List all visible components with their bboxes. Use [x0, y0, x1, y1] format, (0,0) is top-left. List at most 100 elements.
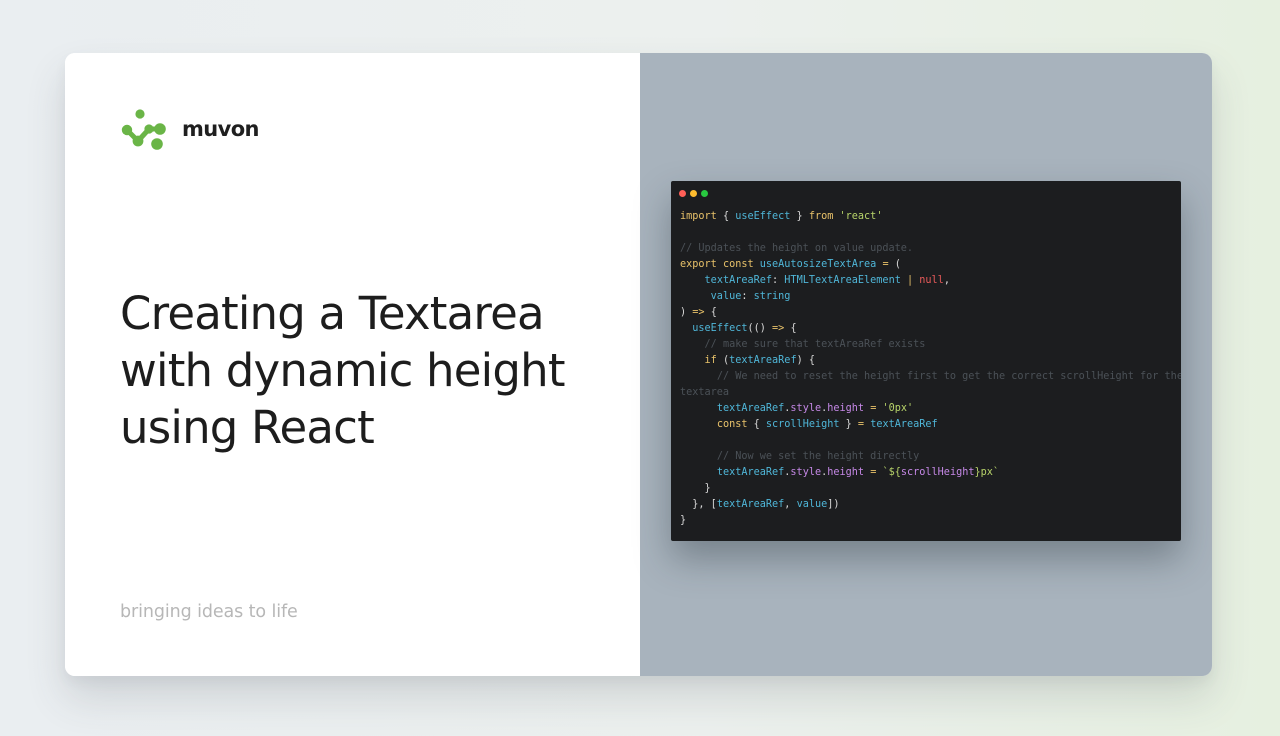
brand-name: muvon [182, 117, 259, 141]
title-line: with dynamic height [120, 342, 630, 399]
code-line: textAreaRef: HTMLTextAreaElement | null, [680, 273, 1181, 289]
code-line: } [680, 481, 1181, 497]
window-controls [679, 190, 708, 197]
code-line: ) => { [680, 305, 1181, 321]
code-token: // We need to reset the height first to … [717, 371, 1181, 382]
code-token: '0px' [882, 403, 913, 414]
code-line [680, 433, 1181, 449]
code-token [680, 371, 717, 382]
code-token: : [772, 275, 784, 286]
code-token [680, 419, 717, 430]
code-token: textAreaRef [729, 355, 796, 366]
code-block: import { useEffect } from 'react' // Upd… [680, 209, 1181, 529]
code-line: }, [textAreaRef, value]) [680, 497, 1181, 513]
code-token: textarea [680, 387, 729, 398]
code-token: textAreaRef [717, 403, 784, 414]
code-line: const { scrollHeight } = textAreaRef [680, 417, 1181, 433]
code-token: textAreaRef [717, 499, 784, 510]
code-token: } [680, 515, 686, 526]
code-token: ) { [797, 355, 815, 366]
code-token: textAreaRef [717, 467, 784, 478]
code-token: useEffect [735, 211, 790, 222]
code-token [680, 467, 717, 478]
code-line: // We need to reset the height first to … [680, 369, 1181, 385]
code-token: { [747, 419, 765, 430]
code-token: style [790, 467, 821, 478]
code-token: }px` [974, 467, 999, 478]
code-token: 'react' [840, 211, 883, 222]
code-token: textAreaRef [705, 275, 772, 286]
code-line: } [680, 513, 1181, 529]
hero-text-panel: muvon Creating a Textarea with dynamic h… [65, 53, 640, 676]
code-line: // Updates the height on value update. [680, 241, 1181, 257]
code-token: scrollHeight [901, 467, 975, 478]
code-line: // make sure that textAreaRef exists [680, 337, 1181, 353]
page-title: Creating a Textarea with dynamic height … [120, 285, 630, 456]
code-token: => [772, 323, 784, 334]
code-token: ) [680, 307, 692, 318]
code-token: import [680, 211, 717, 222]
code-token: }, [ [680, 499, 717, 510]
code-token: export [680, 259, 717, 270]
close-dot-icon [679, 190, 686, 197]
code-token: ( [717, 355, 729, 366]
code-token: value [797, 499, 828, 510]
code-line: export const useAutosizeTextArea = ( [680, 257, 1181, 273]
code-line: textarea [680, 385, 1181, 401]
code-token: => [692, 307, 704, 318]
code-token: : [741, 291, 753, 302]
code-token: (() [747, 323, 772, 334]
muvon-logo-icon [120, 107, 168, 151]
code-token: `${ [882, 467, 900, 478]
code-token: } [790, 211, 808, 222]
code-token: ]) [827, 499, 839, 510]
code-token [680, 451, 717, 462]
code-token: value [711, 291, 742, 302]
code-token: height [827, 467, 864, 478]
code-token: const [717, 419, 748, 430]
code-token [680, 403, 717, 414]
code-token: } [680, 483, 711, 494]
code-line: import { useEffect } from 'react' [680, 209, 1181, 225]
code-token: HTMLTextAreaElement [784, 275, 901, 286]
code-token: } [840, 419, 858, 430]
title-line: Creating a Textarea [120, 285, 630, 342]
tagline: bringing ideas to life [120, 602, 298, 622]
code-token: { [717, 211, 735, 222]
code-token: ( [889, 259, 901, 270]
code-token: // Updates the height on value update. [680, 243, 913, 254]
code-line: useEffect(() => { [680, 321, 1181, 337]
title-line: using React [120, 399, 630, 456]
code-token [680, 339, 705, 350]
code-line: textAreaRef.style.height = `${scrollHeig… [680, 465, 1181, 481]
minimize-dot-icon [690, 190, 697, 197]
code-token: { [705, 307, 717, 318]
brand-logo[interactable]: muvon [120, 107, 259, 151]
code-line: value: string [680, 289, 1181, 305]
code-token [680, 275, 705, 286]
code-line: // Now we set the height directly [680, 449, 1181, 465]
code-token: , [784, 499, 796, 510]
code-line [680, 225, 1181, 241]
code-token: style [790, 403, 821, 414]
code-line: if (textAreaRef) { [680, 353, 1181, 369]
code-token: height [827, 403, 864, 414]
code-preview-panel: import { useEffect } from 'react' // Upd… [640, 53, 1212, 676]
code-token: from [809, 211, 834, 222]
code-token: if [705, 355, 717, 366]
code-token: scrollHeight [766, 419, 840, 430]
code-token [680, 355, 705, 366]
code-token [680, 291, 711, 302]
code-token: textAreaRef [870, 419, 937, 430]
code-token: null [919, 275, 944, 286]
code-token: // make sure that textAreaRef exists [705, 339, 926, 350]
code-token [680, 323, 692, 334]
code-line: textAreaRef.style.height = '0px' [680, 401, 1181, 417]
code-token: string [754, 291, 791, 302]
hero-card: muvon Creating a Textarea with dynamic h… [65, 53, 1212, 676]
maximize-dot-icon [701, 190, 708, 197]
code-window: import { useEffect } from 'react' // Upd… [671, 181, 1181, 541]
code-token: { [784, 323, 796, 334]
code-token: // Now we set the height directly [717, 451, 919, 462]
code-token: useEffect [692, 323, 747, 334]
